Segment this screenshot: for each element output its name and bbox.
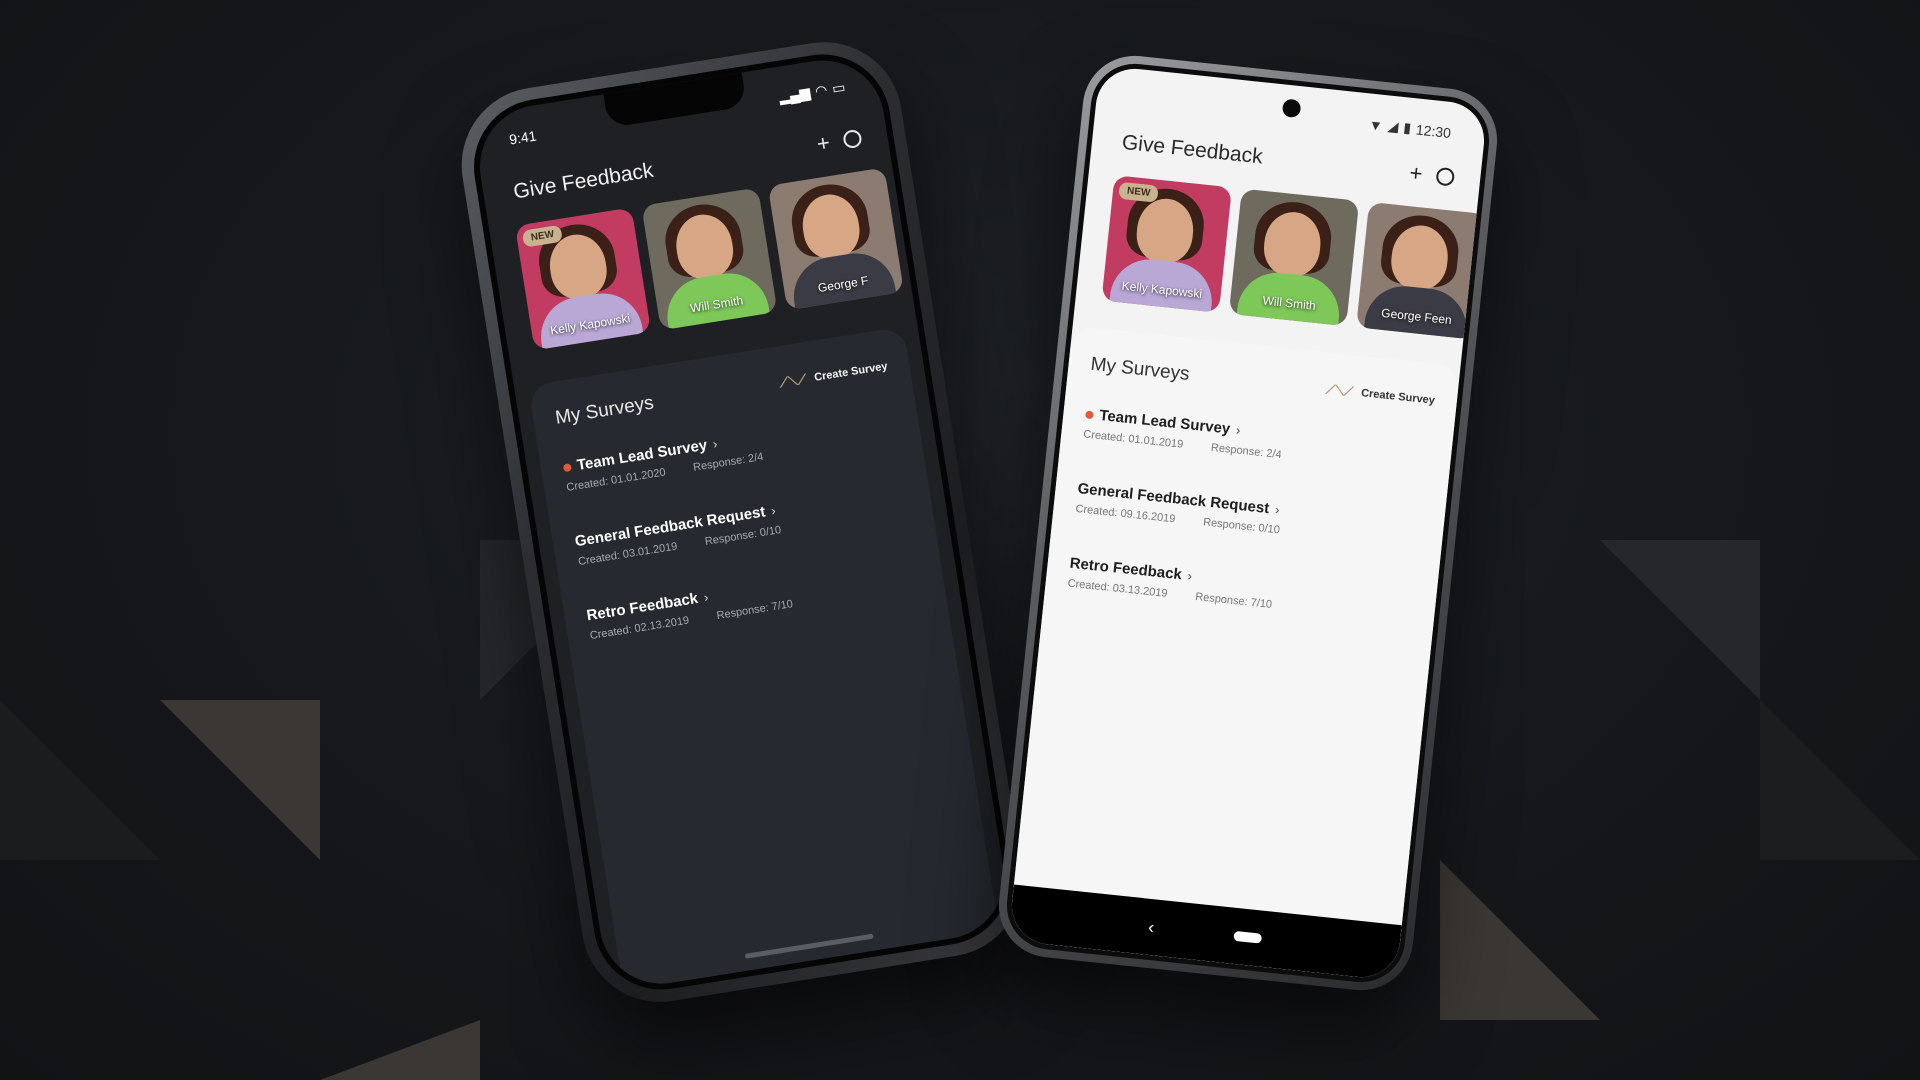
section-title: My Surveys bbox=[553, 392, 656, 429]
status-bar: ▼ ◢ ▮ 12:30 bbox=[1130, 90, 1452, 141]
battery-icon: ▮ bbox=[1402, 119, 1412, 136]
back-icon[interactable]: ‹ bbox=[1147, 916, 1155, 938]
survey-list: Team Lead Survey › Created: 01.01.2019 Resp… bbox=[1067, 405, 1430, 625]
survey-created: Created: 01.01.2019 bbox=[1082, 428, 1184, 451]
person-card[interactable]: NEW Kelly Kapowski bbox=[1101, 175, 1232, 313]
section-title: My Surveys bbox=[1089, 353, 1191, 386]
survey-response: Response: 2/4 bbox=[1210, 441, 1283, 462]
survey-created: Created: 09.16.2019 bbox=[1074, 502, 1176, 526]
bg-triangle bbox=[320, 1020, 480, 1080]
bg-triangle bbox=[1440, 860, 1600, 1020]
bg-triangle bbox=[1760, 700, 1920, 860]
person-card[interactable]: George F bbox=[767, 167, 904, 311]
chevron-right-icon: › bbox=[1235, 422, 1242, 438]
person-card[interactable]: Will Smith bbox=[1228, 188, 1360, 327]
survey-item[interactable]: Retro Feedback › Created: 02.13.2019 Respon… bbox=[585, 555, 922, 642]
status-time: 9:41 bbox=[508, 127, 538, 148]
chevron-right-icon: › bbox=[1186, 568, 1193, 584]
user-circle-icon[interactable] bbox=[842, 128, 863, 150]
bg-triangle bbox=[160, 700, 320, 860]
trend-icon: ⟋⟍⟋ bbox=[778, 371, 808, 391]
page-title: Give Feedback bbox=[1120, 130, 1264, 169]
status-time: 12:30 bbox=[1415, 120, 1452, 141]
plus-icon[interactable]: + bbox=[1408, 160, 1423, 187]
person-card[interactable]: NEW Kelly Kapowski bbox=[514, 207, 652, 351]
chevron-right-icon: › bbox=[702, 589, 710, 605]
survey-response: Response: 2/4 bbox=[692, 450, 765, 474]
bg-triangle bbox=[1600, 540, 1760, 700]
survey-response: Response: 0/10 bbox=[1202, 516, 1281, 537]
home-button[interactable] bbox=[1233, 930, 1263, 944]
signal-icon: ▂▄▆ bbox=[777, 84, 812, 105]
plus-icon[interactable]: + bbox=[815, 130, 832, 158]
person-card[interactable]: Will Smith bbox=[641, 187, 778, 331]
page-title: Give Feedback bbox=[511, 158, 655, 204]
create-survey-button[interactable]: ⟋⟍⟋ Create Survey bbox=[1325, 381, 1435, 408]
survey-created: Created: 03.13.2019 bbox=[1067, 577, 1169, 600]
create-survey-button[interactable]: ⟋⟍⟋ Create Survey bbox=[778, 358, 888, 391]
people-carousel: NEW Kelly Kapowski Will Smith George Feen bbox=[1101, 175, 1487, 340]
create-survey-label: Create Survey bbox=[813, 360, 889, 384]
bg-triangle bbox=[0, 700, 160, 860]
survey-item[interactable]: Retro Feedback › Created: 03.13.2019 Respon… bbox=[1067, 555, 1415, 626]
signal-icon: ◢ bbox=[1386, 117, 1400, 135]
survey-list: Team Lead Survey › Created: 01.01.2020 Resp… bbox=[562, 407, 923, 642]
chevron-right-icon: › bbox=[711, 436, 719, 452]
survey-item[interactable]: General Feedback Request › Created: 09.16.… bbox=[1075, 480, 1423, 551]
my-surveys-panel: My Surveys ⟋⟍⟋ Create Survey Team Lead S… bbox=[1008, 325, 1461, 981]
create-survey-label: Create Survey bbox=[1360, 387, 1436, 407]
android-screen: ▼ ◢ ▮ 12:30 Give Feedback + NEW Kelly Kap… bbox=[1002, 59, 1494, 987]
unread-dot bbox=[1085, 409, 1094, 419]
survey-item[interactable]: General Feedback Request › Created: 03.01.… bbox=[574, 481, 911, 568]
person-card[interactable]: George Feen bbox=[1356, 201, 1487, 340]
trend-icon: ⟋⟍⟋ bbox=[1325, 381, 1355, 400]
wifi-icon: ▼ bbox=[1368, 116, 1384, 134]
survey-response: Response: 7/10 bbox=[1194, 590, 1273, 611]
my-surveys-panel: My Surveys ⟋⟍⟋ Create Survey Team Lead S… bbox=[528, 326, 1000, 991]
chevron-right-icon: › bbox=[770, 502, 777, 519]
chevron-right-icon: › bbox=[1274, 501, 1281, 518]
new-badge: NEW bbox=[1118, 181, 1160, 203]
battery-icon: ▭ bbox=[830, 78, 847, 97]
unread-dot bbox=[562, 462, 572, 472]
survey-item[interactable]: Team Lead Survey › Created: 01.01.2019 Resp… bbox=[1083, 405, 1431, 476]
wifi-icon: ◠ bbox=[813, 81, 829, 100]
user-circle-icon[interactable] bbox=[1435, 166, 1456, 187]
